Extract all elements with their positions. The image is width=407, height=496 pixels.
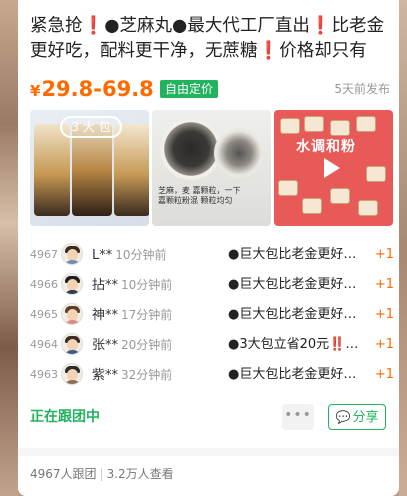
price-range: 29.8-69.8 [41,77,154,101]
member-message: ●巨大包比老金更好吃… [228,247,362,262]
image-badge: 3 大 包 [60,116,122,138]
member-number: 4963 [30,368,58,381]
candy-image [278,180,298,196]
candy-image [356,116,376,132]
member-number: 4964 [30,338,58,351]
posted-time: 5天前发布 [334,82,390,96]
candy-image [366,166,386,182]
member-name: 拈** 10分钟前 [92,278,173,293]
member-row[interactable]: 4966 拈** 10分钟前 ●巨大包比老金更好吃… +1 [30,270,394,300]
member-quantity: +1 [374,277,394,292]
member-number: 4967 [30,248,58,261]
group-buy-card[interactable]: 紧急抢❗●芝麻丸●最大代工厂直出❗比老金更好吃，配料更干净，无蔗糖❗价格却只有⅓… [18,0,399,496]
candy-image [358,200,378,216]
member-name: 张** 20分钟前 [92,338,173,353]
member-message: ●巨大包比老金更好吃… [228,367,362,382]
member-time: 17分钟前 [121,308,173,322]
member-quantity: +1 [374,337,394,352]
member-time: 10分钟前 [121,278,173,292]
image-gallery: 3 大 包 芝麻，麦 嘉颗粒，一下 嘉颗粒粉混 颗粒均匀 水调和粉 [30,110,394,226]
more-button[interactable]: ••• [282,404,314,430]
image-overlay-text: 水调和粉 [296,139,356,155]
member-name: L** 10分钟前 [92,248,167,263]
avatar [61,273,83,295]
background-right [399,0,407,496]
stats-footer: 4967人跟团 | 3.2万人查看 [30,465,174,483]
member-number: 4965 [30,308,58,321]
avatar [61,363,83,385]
separator: | [99,467,104,481]
member-time: 20分钟前 [121,338,173,352]
candy-image [330,188,350,204]
member-time: 32分钟前 [121,368,173,382]
member-quantity: +1 [374,247,394,262]
member-message: ●巨大包比老金更好吃… [228,277,362,292]
share-label: 分享 [352,410,379,425]
member-number: 4966 [30,278,58,291]
avatar [61,303,83,325]
share-button[interactable]: 💬 分享 [328,404,386,430]
product-video-thumbnail[interactable]: 水调和粉 [274,110,393,226]
member-row[interactable]: 4965 神** 17分钟前 ●巨大包比老金更好吃… +1 [30,300,394,330]
candy-image [280,118,300,134]
avatar [61,333,83,355]
member-row[interactable]: 4963 紫** 32分钟前 ●巨大包比老金更好吃… +1 [30,360,394,390]
member-row[interactable]: 4967 L** 10分钟前 ●巨大包比老金更好吃… +1 [30,240,394,270]
price-tag-badge: 自由定价 [160,80,219,98]
wechat-icon: 💬 [335,410,351,424]
background-left [0,0,18,496]
divider [18,448,399,456]
member-row[interactable]: 4964 张** 20分钟前 ●3大包立省20元‼️… +1 [30,330,394,360]
view-count: 3.2万人查看 [106,467,174,481]
play-icon [324,158,340,178]
package-image [114,124,149,216]
price: ¥29.8-69.8 [30,76,154,104]
member-quantity: +1 [374,307,394,322]
member-list: 4967 L** 10分钟前 ●巨大包比老金更好吃… +1 4966 拈** 10分… [30,240,394,390]
price-currency: ¥ [30,82,41,100]
candy-image [330,120,350,136]
member-time: 10分钟前 [115,248,167,262]
avatar [61,243,83,265]
member-message: ●3大包立省20元‼️… [228,337,359,352]
candy-image [304,116,324,132]
image-note-line: 芝麻，麦 嘉颗粒，一下 [158,186,241,195]
member-name: 神** 17分钟前 [92,308,173,323]
bowl-image [214,128,264,178]
post-title[interactable]: 紧急抢❗●芝麻丸●最大代工厂直出❗比老金更好吃，配料更干净，无蔗糖❗价格却只有⅓… [30,14,390,64]
image-note-line: 嘉颗粒粉混 颗粒均匀 [158,196,233,205]
candy-image [302,198,322,214]
price-row: ¥29.8-69.8 自由定价 5天前发布 [30,76,390,102]
member-quantity: +1 [374,367,394,382]
member-message: ●巨大包比老金更好吃… [228,307,362,322]
bowl-image [160,118,222,180]
product-image-1[interactable]: 3 大 包 [30,110,149,226]
joined-count: 4967人跟团 [30,467,97,481]
member-name: 紫** 32分钟前 [92,368,173,383]
package-image [34,124,70,216]
following-status: 正在跟团中 [30,409,100,425]
image-note: 芝麻，麦 嘉颗粒，一下 嘉颗粒粉混 颗粒均匀 [158,186,268,216]
product-image-2[interactable]: 芝麻，麦 嘉颗粒，一下 嘉颗粒粉混 颗粒均匀 [152,110,271,226]
